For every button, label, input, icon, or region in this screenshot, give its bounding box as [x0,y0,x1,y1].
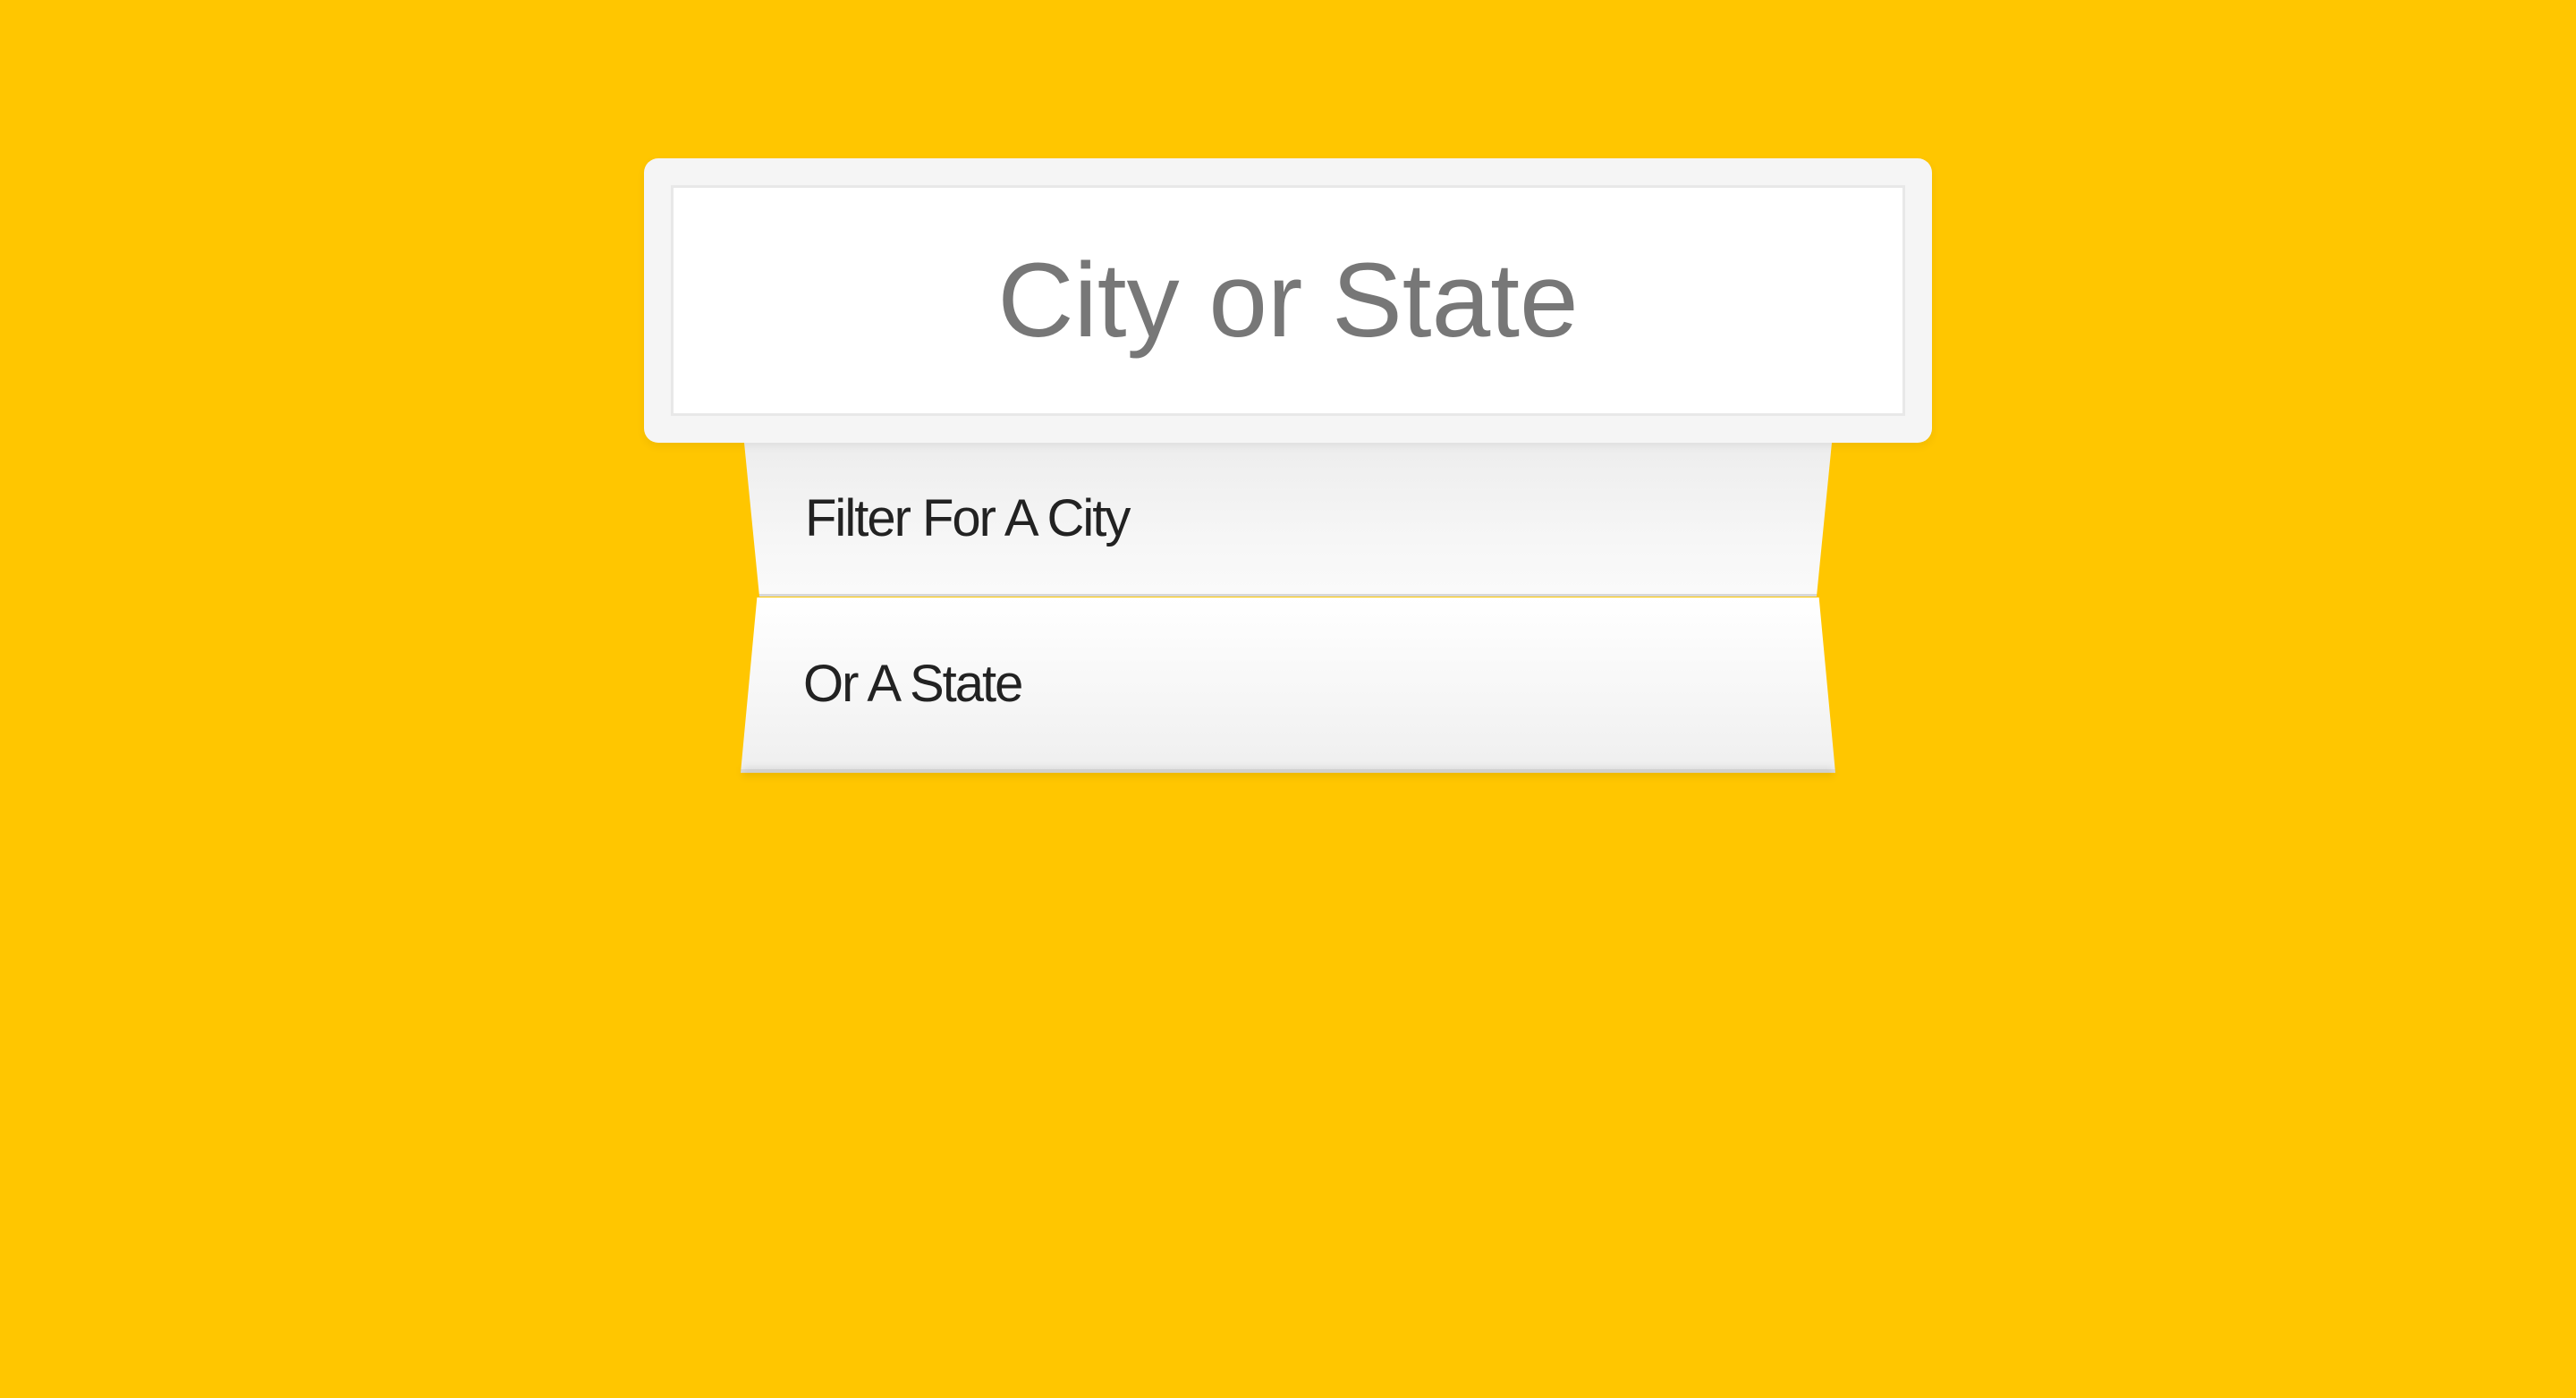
suggestion-item-state[interactable]: Or A State [741,597,1835,773]
search-input[interactable] [671,185,1905,416]
suggestion-item-city[interactable]: Filter For A City [744,443,1832,597]
suggestion-label: Filter For A City [805,489,1131,547]
suggestion-label: Or A State [803,654,1023,713]
search-form [644,158,1932,443]
